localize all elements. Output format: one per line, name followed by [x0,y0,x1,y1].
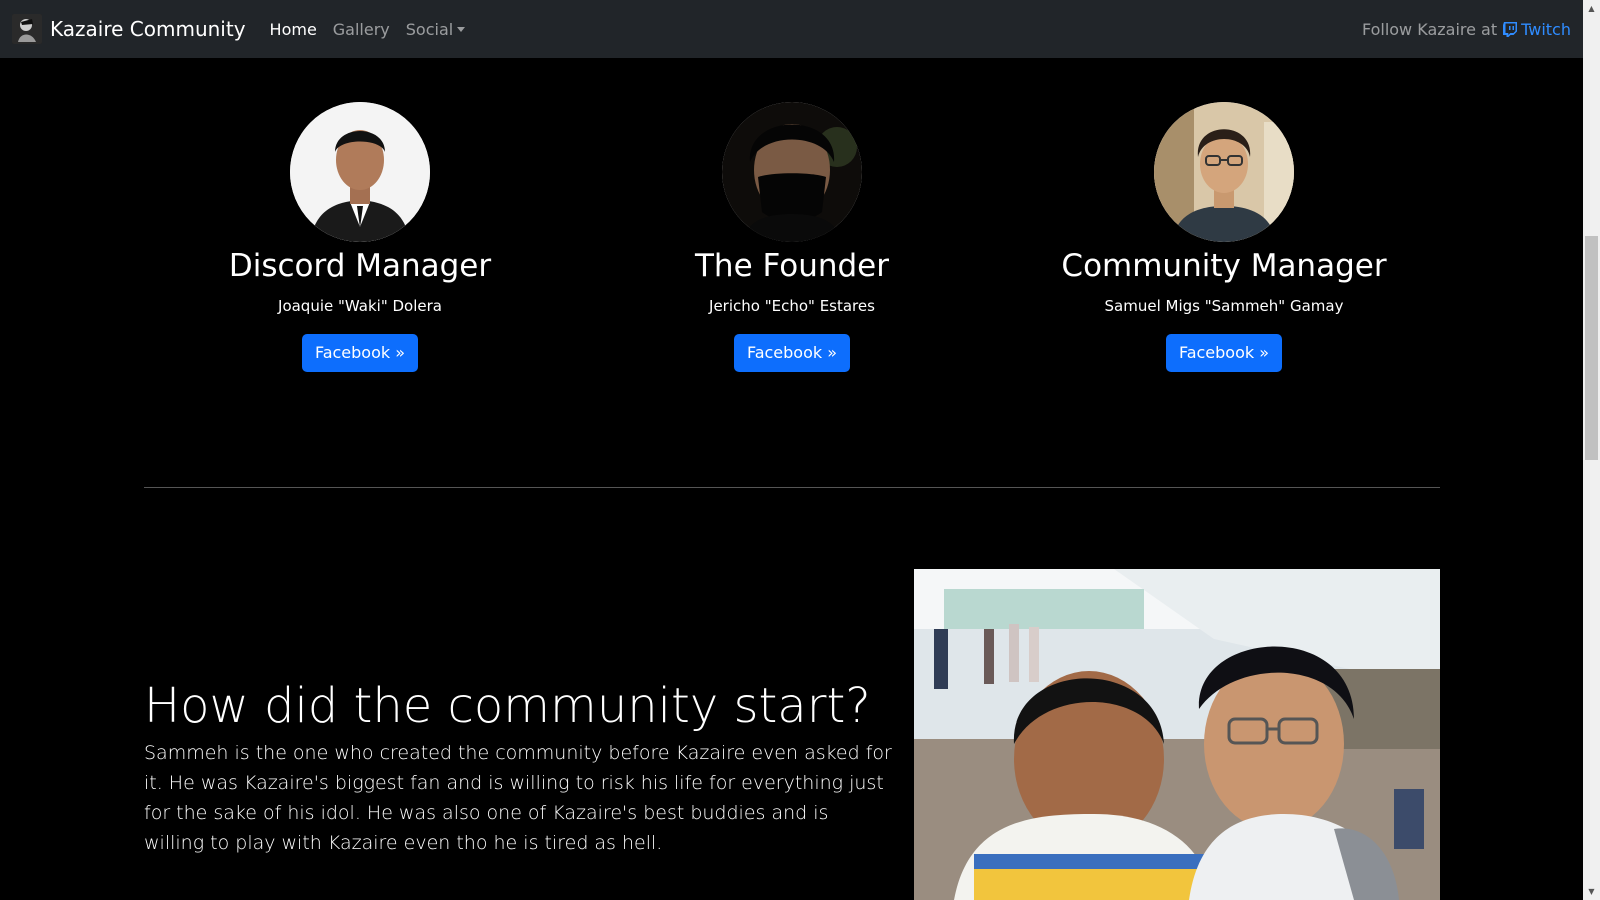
nav-social-dropdown[interactable]: Social [405,19,466,39]
navbar: Kazaire Community Home Gallery Social Fo… [0,0,1583,58]
avatar [1154,102,1294,242]
team-member-founder: The Founder Jericho "Echo" Estares Faceb… [576,102,1008,372]
twitch-link[interactable]: Twitch [1503,20,1571,39]
nav-social-label: Social [405,19,454,39]
scroll-up-arrow-icon[interactable]: ▲ [1583,0,1600,17]
nav-links: Home Gallery Social [270,20,466,39]
team-member-discord-manager: Discord Manager Joaquie "Waki" Dolera Fa… [144,102,576,372]
team-section: Discord Manager Joaquie "Waki" Dolera Fa… [144,102,1440,372]
nav-gallery[interactable]: Gallery [333,20,390,39]
member-name: Joaquie "Waki" Dolera [278,297,442,315]
scroll-down-arrow-icon[interactable]: ▼ [1583,883,1600,900]
member-role: Community Manager [1061,248,1387,284]
scrollbar[interactable]: ▲ ▼ [1583,0,1600,900]
section-divider [144,487,1440,488]
team-member-community-manager: Community Manager Samuel Migs "Sammeh" G… [1008,102,1440,372]
member-name: Samuel Migs "Sammeh" Gamay [1104,297,1344,315]
caret-down-icon [457,26,466,32]
feature-body: Sammeh is the one who created the commun… [144,742,892,854]
twitch-icon [1503,21,1518,37]
follow-section: Follow Kazaire at Twitch [1362,20,1571,39]
brand-name: Kazaire Community [50,17,246,41]
feature-section: How did the community start? Sammeh is t… [144,676,894,858]
brand-link[interactable]: Kazaire Community [12,14,246,44]
feature-heading: How did the community start? [144,678,871,734]
facebook-button[interactable]: Facebook » [733,334,851,372]
facebook-button[interactable]: Facebook » [1165,334,1283,372]
scroll-thumb[interactable] [1585,236,1598,460]
page: Kazaire Community Home Gallery Social Fo… [0,0,1600,900]
brand-logo [12,14,42,44]
member-role: The Founder [695,248,889,284]
nav-home[interactable]: Home [270,20,317,39]
member-role: Discord Manager [228,248,492,284]
facebook-button[interactable]: Facebook » [301,334,419,372]
member-name: Jericho "Echo" Estares [709,297,875,315]
follow-text: Follow Kazaire at [1361,19,1498,39]
feature-photo [914,569,1440,900]
avatar [722,102,862,242]
avatar [290,102,430,242]
twitch-label: Twitch [1521,19,1571,39]
